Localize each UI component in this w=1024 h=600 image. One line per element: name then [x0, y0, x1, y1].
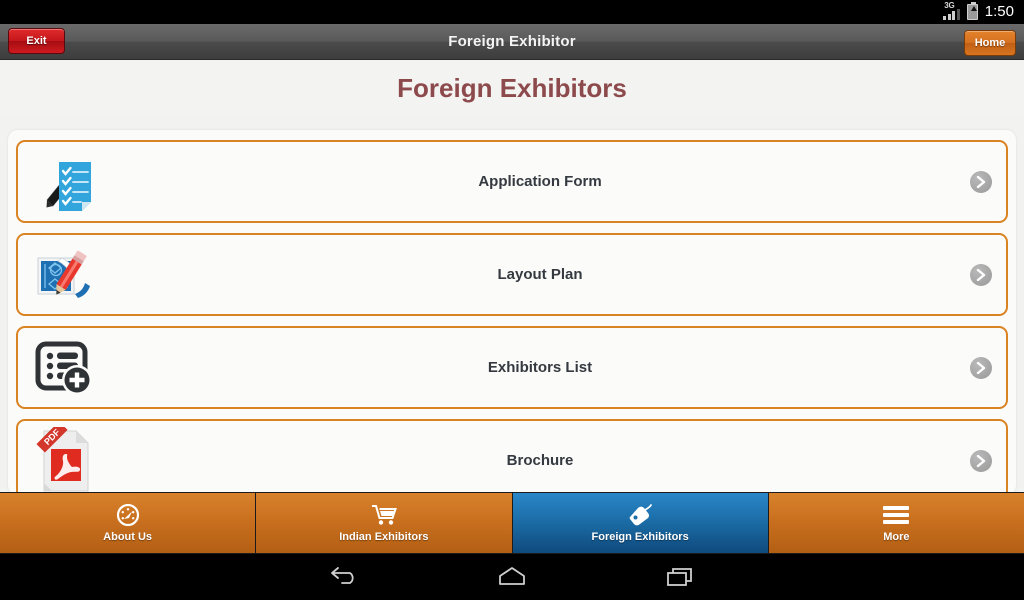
network-type-label: 3G	[944, 1, 955, 10]
page-heading: Foreign Exhibitors	[0, 60, 1024, 116]
tab-more[interactable]: More	[768, 492, 1024, 554]
page-title: Foreign Exhibitor	[448, 33, 576, 50]
signal-bars-icon: 3G	[943, 1, 960, 20]
list-item-exhibitors-list[interactable]: Exhibitors List	[16, 326, 1008, 409]
app-title-bar: Exit Foreign Exhibitor Home	[0, 24, 1024, 60]
back-icon[interactable]	[316, 559, 372, 595]
chevron-right-icon[interactable]	[970, 449, 992, 472]
status-clock: 1:50	[984, 3, 1014, 20]
bottom-tab-bar: About Us Indian Exhibitors Foreign Exhib…	[0, 492, 1024, 554]
list-item-brochure[interactable]: PDF Brochure	[16, 419, 1008, 495]
pdf-document-icon: PDF	[18, 419, 114, 495]
list-item-application-form[interactable]: Application Form	[16, 140, 1008, 223]
list-item-layout-plan[interactable]: Layout Plan	[16, 233, 1008, 316]
tab-label: About Us	[103, 531, 153, 543]
blueprint-pencil-icon	[18, 233, 114, 316]
list-item-label: Brochure	[506, 452, 574, 469]
speedometer-icon	[116, 503, 140, 527]
tab-about-us[interactable]: About Us	[0, 492, 257, 554]
chevron-right-icon[interactable]	[970, 356, 992, 379]
tab-indian-exhibitors[interactable]: Indian Exhibitors	[256, 492, 513, 554]
android-nav-bar	[0, 554, 1024, 600]
tab-label: Foreign Exhibitors	[591, 531, 689, 543]
android-status-bar: 3G 1:50	[0, 0, 1024, 24]
shopping-cart-icon	[370, 503, 398, 527]
home-button[interactable]: Home	[964, 30, 1016, 56]
battery-charging-icon	[966, 1, 978, 20]
list-item-label: Exhibitors List	[487, 359, 593, 376]
chevron-right-icon[interactable]	[970, 263, 992, 286]
menu-panel: Application Form Layout Plan Exhibitors …	[8, 130, 1016, 495]
chevron-right-icon[interactable]	[970, 170, 992, 193]
recents-icon[interactable]	[652, 559, 708, 595]
list-item-label: Layout Plan	[497, 266, 583, 283]
home-icon[interactable]	[484, 559, 540, 595]
hamburger-menu-icon	[883, 503, 910, 527]
tab-label: Indian Exhibitors	[339, 531, 429, 543]
app-screen: 3G 1:50 Exit Foreign Exhibitor Home Fore…	[0, 0, 1024, 600]
list-add-icon	[18, 326, 114, 409]
tab-label: More	[883, 531, 910, 543]
exit-button[interactable]: Exit	[8, 28, 65, 54]
tab-foreign-exhibitors[interactable]: Foreign Exhibitors	[512, 492, 769, 554]
list-item-label: Application Form	[478, 173, 602, 190]
price-tag-icon	[626, 503, 654, 527]
checklist-form-icon	[18, 140, 114, 223]
